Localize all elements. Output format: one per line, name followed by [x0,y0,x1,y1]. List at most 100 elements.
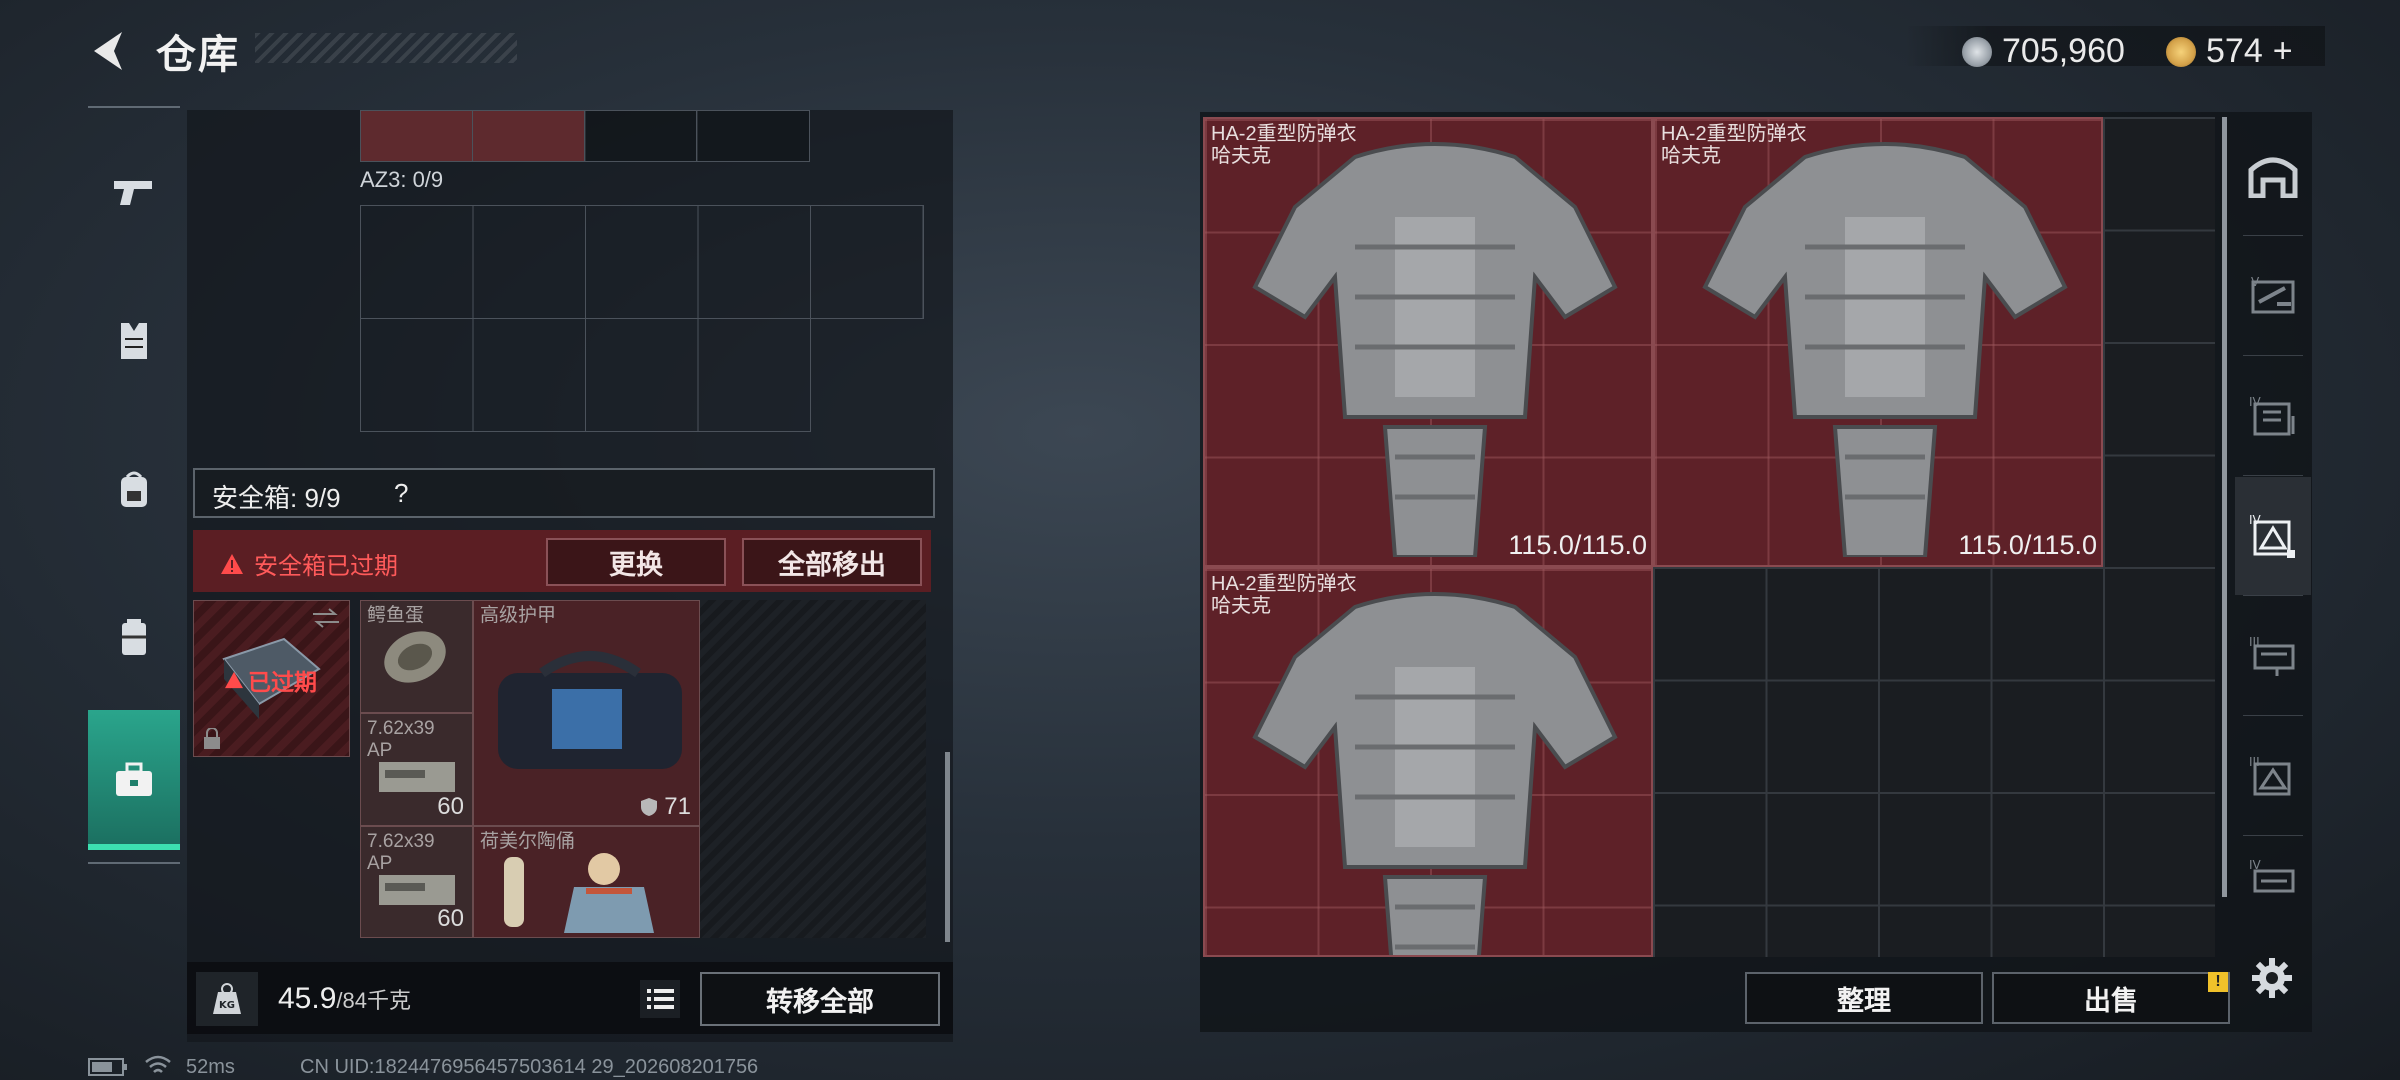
stash-item-armor[interactable]: HA-2重型防弹衣 哈夫克 115.0/115.0 [1653,117,2103,567]
item-advanced-armor-bag[interactable]: 高级护甲 71 [473,600,700,826]
item-count: 60 [437,793,464,820]
tier-v-icon: V [2251,275,2295,314]
expired-badge-text: 已过期 [248,669,317,695]
grid-slot[interactable] [696,110,810,162]
svg-text:III: III [2249,635,2260,649]
expired-text: 安全箱已过期 [254,553,398,580]
stash-tab-tier-iii[interactable]: III [2235,597,2311,715]
figurine-icon [504,853,654,933]
divider [2243,475,2303,476]
stash-item-armor[interactable]: HA-2重型防弹衣 哈夫克 115.0/115.0 [1203,117,1653,567]
divider [2243,835,2303,836]
lock-icon [204,728,220,749]
divider [2243,235,2303,236]
sell-button[interactable]: 出售 [1992,972,2230,1024]
az3-grid-row-2[interactable] [360,318,811,432]
item-terracotta-figure[interactable]: 荷美尔陶俑 [473,826,700,938]
shield-icon [641,798,658,816]
remove-all-button[interactable]: 全部移出 [742,538,922,586]
briefcase-icon [116,762,152,796]
tier-iv-active-icon: IV [2249,513,2295,558]
grid-slot[interactable] [584,110,698,162]
pistol-icon [114,181,152,205]
item-durability: 71 [640,793,691,821]
stash-tab-tier-iv-rig[interactable]: IV [2235,837,2311,917]
stash-scrollbar[interactable] [2222,117,2227,897]
backpack-icon [121,471,147,507]
item-crocodile-egg[interactable]: 鳄鱼蛋 [360,600,473,713]
grid-slot[interactable] [472,110,586,162]
page-title: 仓库 [156,33,240,77]
svg-text:IV: IV [2249,395,2262,409]
tier-iv-rig-icon: IV [2249,858,2295,893]
svg-text:IV: IV [2249,513,2262,527]
current-weight: 45.9 [278,982,337,1015]
safe-box-empty-area[interactable] [700,600,926,938]
swap-icon[interactable] [311,607,341,629]
stash-tab-tier-iii-armor[interactable]: III [2235,717,2311,835]
sidebar-item-armor[interactable] [88,276,180,406]
grid-slot[interactable] [360,110,474,162]
item-name: 高级护甲 [480,605,557,626]
az3-capacity-label: AZ3: 0/9 [360,167,444,192]
item-ammo-762[interactable]: 7.62x39 AP 60 [360,713,473,826]
az3-grid-row-1[interactable] [360,205,924,319]
coin-icon [1962,36,1992,67]
bond-icon [2166,36,2196,67]
container-scrollbar[interactable] [945,752,950,942]
tier-iv-icon: IV [2249,395,2295,436]
svg-text:III: III [2249,755,2260,769]
weight-kg-icon: KG [213,983,241,1014]
coin-amount: 705,960 [2002,32,2125,70]
sidebar-item-safe-box[interactable] [88,710,180,850]
sell-alert-badge: ! [2208,972,2228,992]
battery-icon [88,1058,127,1076]
divider [2243,355,2303,356]
bond-amount: 574 [2206,32,2263,70]
item-count: 60 [437,905,464,932]
replace-button[interactable]: 更换 [546,538,726,586]
wifi-icon [145,1055,171,1073]
stash-sidebar: V IV IV III III IV [2235,117,2311,917]
item-durability: 115.0/115.0 [1958,530,2097,560]
stash-item-armor[interactable]: HA-2重型防弹衣 哈夫克 [1203,567,1653,957]
user-uid: CN UID:1824476956457503614 29_2026082017… [300,1056,759,1078]
gear-icon[interactable] [2250,956,2294,1000]
sidebar-item-weapons[interactable] [88,128,180,258]
sidebar-item-backpack[interactable] [88,424,180,554]
ammo-box-icon [379,762,455,792]
expired-message: 安全箱已过期 [220,546,398,581]
stash-tab-weapons[interactable]: V [2235,237,2311,355]
home-stash-icon [2248,157,2298,198]
add-currency-icon[interactable]: + [2273,32,2293,71]
safe-box-help-icon[interactable]: ? [394,478,408,509]
svg-text:V: V [2251,275,2260,289]
item-count-text: 71 [664,793,691,820]
item-ammo-762[interactable]: 7.62x39 AP 60 [360,826,473,938]
weight-readout: 45.9/84千克 [278,982,411,1016]
currency-bond[interactable]: 574 + [2166,32,2293,71]
egg-icon [384,631,446,683]
network-ping: 52ms [186,1056,235,1078]
weight-kg-icon-label: KG [219,1000,235,1011]
divider [2243,595,2303,596]
stash-tab-home[interactable] [2235,117,2311,235]
chest-rig-icon [122,619,146,655]
tier-iii-armor-icon: III [2249,755,2291,796]
item-durability: 115.0/115.0 [1508,530,1647,560]
sort-button[interactable]: 整理 [1745,972,1983,1024]
stash-tab-tier-iv-armor[interactable]: IV [2235,477,2311,595]
back-arrow-icon[interactable] [84,26,134,76]
divider [2243,715,2303,716]
left-sidebar [88,106,180,864]
currency-coin: 705,960 [1962,32,2125,71]
list-view-icon[interactable] [640,980,680,1018]
svg-text:IV: IV [2249,858,2262,872]
safe-box-slot[interactable]: 已过期 [193,600,350,757]
sidebar-item-chest-rig[interactable] [88,572,180,702]
body-armor-icon [1702,142,2068,557]
stash-tab-tier-iv-bags[interactable]: IV [2235,357,2311,475]
duffel-bag-icon [498,651,682,769]
body-armor-icon [1252,592,1618,955]
transfer-all-button[interactable]: 转移全部 [700,972,940,1026]
